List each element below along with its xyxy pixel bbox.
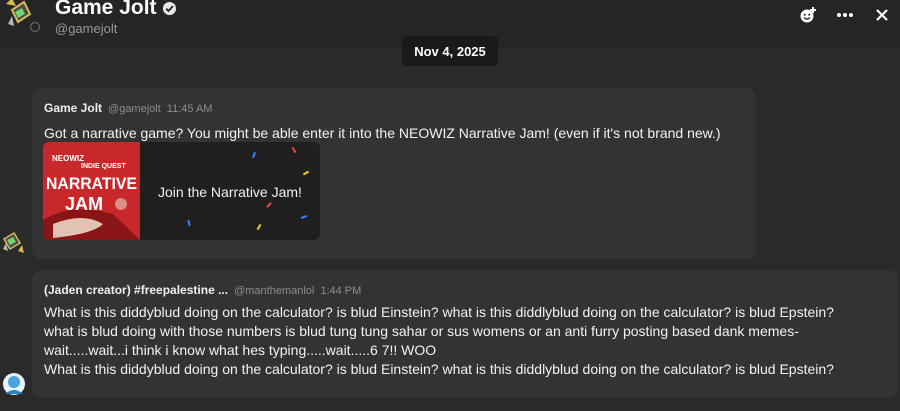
thumb-text-indie-quest: INDIE QUEST xyxy=(81,163,126,170)
date-divider: Nov 4, 2025 xyxy=(402,36,498,66)
message-meta: (Jaden creator) #freepalestine ... @mant… xyxy=(44,283,361,297)
message-handle[interactable]: @manthemanlol xyxy=(234,285,314,297)
status-indicator xyxy=(30,22,40,32)
message-handle[interactable]: @gamejolt xyxy=(108,103,161,115)
message-line: What is this diddyblud doing on the calc… xyxy=(44,304,834,320)
thumb-text-jam: JAM xyxy=(65,194,103,214)
add-emoji-button[interactable] xyxy=(789,0,826,30)
confetti-decoration xyxy=(300,215,308,219)
close-icon xyxy=(875,9,888,21)
message-text: What is this diddyblud doing on the calc… xyxy=(44,303,894,379)
message-bubble: (Jaden creator) #freepalestine ... @mant… xyxy=(32,270,898,398)
narrative-jam-thumbnail: NEOWIZ INDIE QUEST NARRATIVE JAM xyxy=(43,142,140,240)
more-options-button[interactable] xyxy=(826,0,863,30)
message-text: Got a narrative game? You might be able … xyxy=(44,125,721,141)
message-author[interactable]: Game Jolt xyxy=(44,101,102,115)
thumb-text-narrative: NARRATIVE xyxy=(46,174,137,193)
header-actions xyxy=(789,0,900,30)
thumb-text-neowiz: NEOWIZ xyxy=(52,154,84,163)
card-cta[interactable]: Join the Narrative Jam! xyxy=(158,184,302,200)
confetti-decoration xyxy=(256,223,262,231)
message-line: wait.....wait...i think i know what hes … xyxy=(44,342,437,358)
link-card[interactable]: NEOWIZ INDIE QUEST NARRATIVE JAM Join th… xyxy=(43,142,320,240)
confetti-decoration xyxy=(291,146,297,154)
message-line: What is this diddyblud doing on the calc… xyxy=(44,361,834,377)
confetti-decoration xyxy=(266,202,272,208)
channel-title: Game Jolt xyxy=(55,0,177,20)
close-button[interactable] xyxy=(863,0,900,30)
confetti-decoration xyxy=(302,170,310,176)
message-bubble: Game Jolt @gamejolt 11:45 AM Got a narra… xyxy=(32,88,756,259)
add-emoji-icon xyxy=(800,7,816,23)
message-line: what is blud doing with those numbers is… xyxy=(44,323,799,339)
message-meta: Game Jolt @gamejolt 11:45 AM xyxy=(44,101,212,115)
channel-handle: @gamejolt xyxy=(55,21,118,36)
gamejolt-message-avatar[interactable] xyxy=(0,231,26,257)
channel-name: Game Jolt xyxy=(55,0,157,19)
more-icon xyxy=(836,13,853,17)
message-time: 1:44 PM xyxy=(320,285,362,297)
user-message-avatar[interactable] xyxy=(2,372,28,398)
verified-icon xyxy=(162,1,176,15)
confetti-decoration xyxy=(187,219,191,227)
confetti-decoration xyxy=(252,151,256,159)
message-author[interactable]: (Jaden creator) #freepalestine ... xyxy=(44,283,228,297)
message-time: 11:45 AM xyxy=(166,103,213,115)
